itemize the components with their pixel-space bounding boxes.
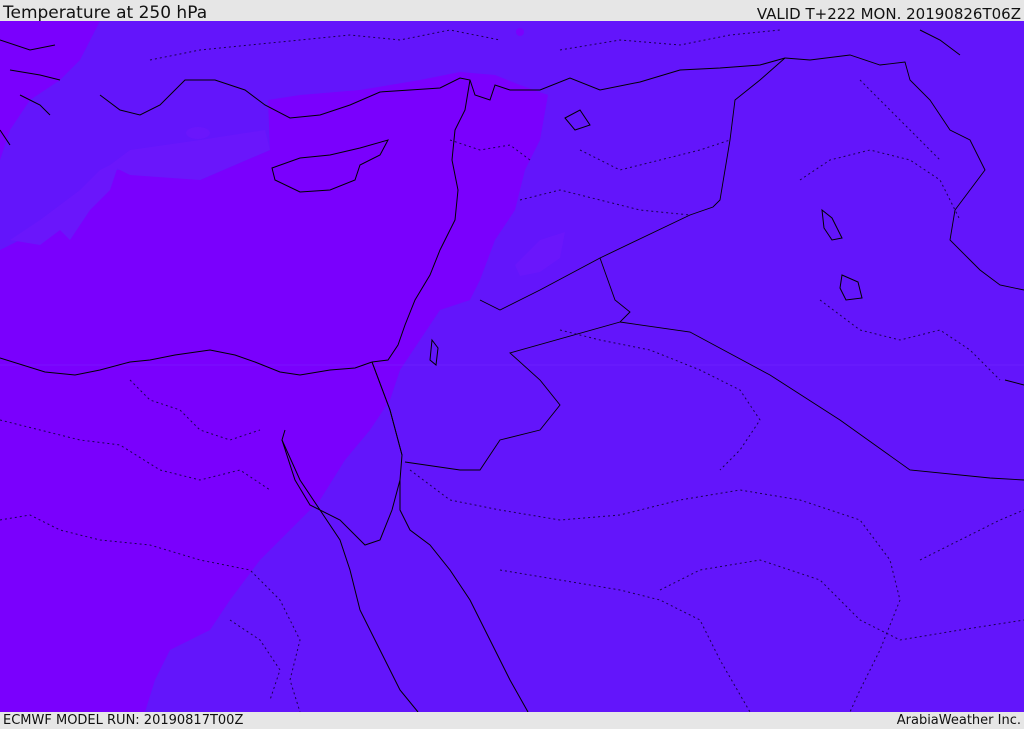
brand-label: ArabiaWeather Inc.	[896, 713, 1021, 728]
bottom-bar: ECMWF MODEL RUN: 20190817T00Z ArabiaWeat…	[0, 712, 1024, 729]
model-run-label: ECMWF MODEL RUN: 20190817T00Z	[3, 713, 244, 728]
top-bar: Temperature at 250 hPa VALID T+222 MON. …	[0, 0, 1024, 23]
warm-spot	[516, 28, 524, 36]
cool-patch-small	[186, 127, 210, 139]
map-title: Temperature at 250 hPa	[3, 3, 208, 23]
temperature-map	[0, 21, 1024, 712]
